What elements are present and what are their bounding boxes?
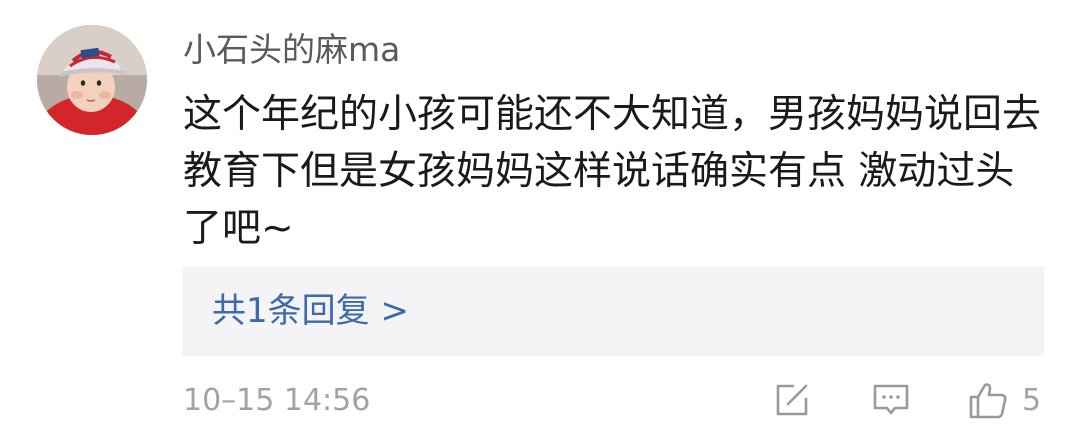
thumbs-up-icon[interactable] [968,380,1008,420]
share-icon[interactable] [772,380,812,420]
comment-footer: 10–15 14:56 5 [0,378,1080,424]
timestamp: 10–15 14:56 [183,383,371,418]
comment-text: 这个年纪的小孩可能还不大知道，男孩妈妈说回去 教育下但是女孩妈妈这样说话确实有点… [183,92,1042,251]
replies-panel: 共1条回复 > [182,266,1044,356]
comment-item: 小石头的麻ma 这个年纪的小孩可能还不大知道，男孩妈妈说回去 教育下但是女孩妈妈… [0,0,1080,445]
view-replies-link[interactable]: 共1条回复 > [212,289,409,333]
avatar-image [37,25,147,135]
username[interactable]: 小石头的麻ma [183,28,400,72]
avatar[interactable] [37,25,147,135]
like-count: 5 [1022,383,1042,418]
comment-icon[interactable] [871,380,911,420]
